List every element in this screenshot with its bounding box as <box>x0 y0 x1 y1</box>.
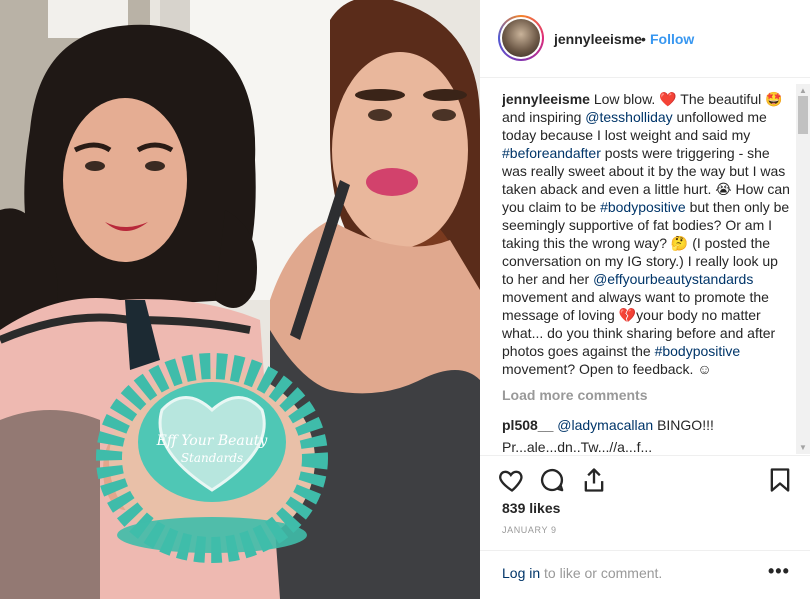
follow-button[interactable]: Follow <box>650 31 694 47</box>
post-header: jennyleeisme • Follow <box>480 0 810 78</box>
avatar[interactable] <box>498 15 544 61</box>
caption-text: The beautiful <box>676 91 766 107</box>
avatar-image <box>502 19 540 57</box>
caption-text: and inspiring <box>502 109 586 125</box>
header-separator: • <box>641 31 646 47</box>
more-options-icon[interactable]: ••• <box>768 561 790 582</box>
scroll-down-arrow-icon[interactable]: ▼ <box>799 443 807 452</box>
scroll-thumb[interactable] <box>798 96 808 134</box>
comment-icon[interactable] <box>538 466 566 494</box>
caption-text: movement? Open to feedback. <box>502 361 698 377</box>
caption-username[interactable]: jennyleeisme <box>502 91 590 107</box>
comment-text-truncated: Pr...ale...dn..Tw...//a...f... <box>502 439 653 454</box>
mention-link[interactable]: @tessholliday <box>585 109 672 125</box>
header-username[interactable]: jennyleeisme <box>554 31 642 47</box>
comment-item: pl508__ @ladymacallan BINGO!!! Pr...ale.… <box>502 416 792 454</box>
hashtag-link[interactable]: #bodypositive <box>600 199 686 215</box>
post-date: JANUARY 9 <box>502 525 557 535</box>
hashtag-link[interactable]: #beforeandafter <box>502 145 601 161</box>
login-prompt-text: to like or comment. <box>540 565 663 581</box>
share-icon[interactable] <box>580 466 608 494</box>
comments-list[interactable]: jennyleeisme Low blow. ❤️ The beautiful … <box>502 90 792 454</box>
post-photo[interactable]: Eff Your Beauty Standards <box>0 0 480 599</box>
comment-username[interactable]: pl508__ <box>502 417 553 433</box>
svg-text:Standards: Standards <box>181 451 243 465</box>
post-image: Eff Your Beauty Standards <box>0 0 480 599</box>
login-link[interactable]: Log in <box>502 565 540 581</box>
post-caption: jennyleeisme Low blow. ❤️ The beautiful … <box>502 90 792 378</box>
thinking-emoji: 🤔 <box>670 235 689 251</box>
bookmark-icon[interactable] <box>766 466 794 494</box>
hashtag-link[interactable]: #bodypositive <box>655 343 741 359</box>
crying-emoji: 😭 <box>715 181 732 197</box>
post-side-panel: jennyleeisme • Follow jennyleeisme Low b… <box>480 0 810 599</box>
login-prompt: Log in to like or comment. <box>502 565 662 581</box>
broken-heart-emoji: 💔 <box>618 307 637 323</box>
caption-text: Low blow. <box>589 91 660 107</box>
footer: Log in to like or comment. ••• <box>480 550 810 599</box>
mention-link[interactable]: @effyourbeautystandards <box>593 271 753 287</box>
mention-link[interactable]: @ladymacallan <box>557 417 653 433</box>
heart-icon[interactable] <box>498 466 526 494</box>
svg-text:Eff Your Beauty: Eff Your Beauty <box>156 433 269 449</box>
scroll-up-arrow-icon[interactable]: ▲ <box>799 86 807 95</box>
action-bar <box>480 455 810 503</box>
red-heart-emoji: ❤️ <box>659 91 677 107</box>
load-more-comments-button[interactable]: Load more comments <box>502 386 792 404</box>
likes-count[interactable]: 839 likes <box>502 500 560 516</box>
smile-emoji: ☺ <box>697 361 712 377</box>
comment-text: BINGO!!! <box>653 417 714 433</box>
star-eyes-emoji: 🤩 <box>765 91 783 107</box>
comments-scrollbar[interactable]: ▲ ▼ <box>796 84 810 454</box>
